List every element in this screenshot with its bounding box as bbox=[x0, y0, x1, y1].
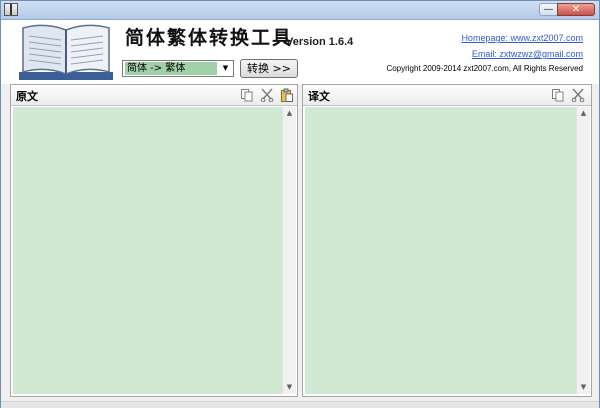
copyright-text: Copyright 2009-2014 zxt2007.com, All Rig… bbox=[386, 64, 583, 73]
app-icon bbox=[4, 3, 18, 16]
conversion-mode-select[interactable]: 简体 -> 繁体 ▼ bbox=[122, 60, 234, 77]
cut-icon[interactable] bbox=[260, 88, 274, 102]
app-title: 简体繁体转换工具 bbox=[125, 27, 294, 49]
email-link[interactable]: Email: zxtwzwz@gmail.com bbox=[472, 49, 583, 59]
copy-icon[interactable] bbox=[240, 88, 254, 102]
convert-button[interactable]: 转换 >> bbox=[240, 59, 298, 78]
homepage-link[interactable]: Homepage: www.zxt2007.com bbox=[461, 33, 583, 43]
source-scrollbar[interactable]: ▲ ▼ bbox=[282, 107, 296, 394]
target-scrollbar[interactable]: ▲ ▼ bbox=[576, 107, 590, 394]
window-bottom-edge bbox=[1, 401, 599, 408]
header: 简体繁体转换工具 Version 1.6.4 简体 -> 繁体 ▼ 转换 >> … bbox=[1, 20, 599, 84]
source-panel: 原文 ▲ ▼ bbox=[10, 84, 298, 397]
version-label: Version 1.6.4 bbox=[286, 36, 354, 48]
paste-icon[interactable] bbox=[280, 88, 294, 102]
conversion-mode-value: 简体 -> 繁体 bbox=[125, 62, 217, 75]
cut-icon[interactable] bbox=[571, 88, 585, 102]
copy-icon[interactable] bbox=[551, 88, 565, 102]
target-panel-header: 译文 bbox=[303, 85, 591, 106]
book-logo-icon bbox=[19, 24, 113, 80]
scroll-down-arrow-icon[interactable]: ▼ bbox=[283, 381, 296, 394]
source-panel-header: 原文 bbox=[11, 85, 297, 106]
target-text-area[interactable] bbox=[305, 107, 576, 394]
scroll-down-arrow-icon[interactable]: ▼ bbox=[577, 381, 590, 394]
scroll-up-arrow-icon[interactable]: ▲ bbox=[577, 107, 590, 120]
scroll-up-arrow-icon[interactable]: ▲ bbox=[283, 107, 296, 120]
target-panel: 译文 ▲ ▼ bbox=[302, 84, 592, 397]
target-panel-title: 译文 bbox=[308, 90, 330, 103]
chevron-down-icon[interactable]: ▼ bbox=[219, 62, 232, 75]
source-panel-title: 原文 bbox=[16, 90, 38, 103]
app-window: — ✕ 简体繁体转换工具 Version 1.6.4 简体 -> 繁体 ▼ 转换… bbox=[0, 0, 600, 408]
minimize-button[interactable]: — bbox=[539, 3, 557, 16]
close-button[interactable]: ✕ bbox=[557, 3, 595, 16]
source-text-area[interactable] bbox=[13, 107, 282, 394]
